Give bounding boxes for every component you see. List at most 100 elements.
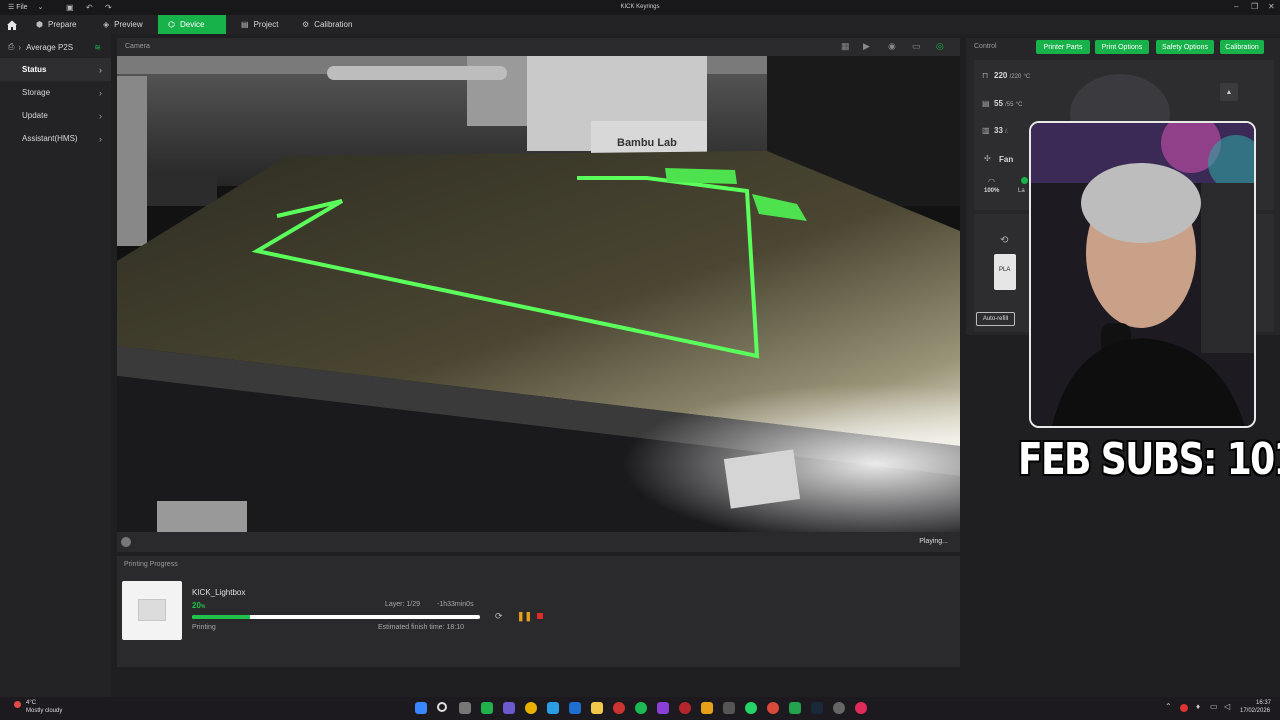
app-icon-6[interactable] (657, 702, 669, 714)
preview-icon: ◈ (103, 20, 110, 29)
finish-time: Estimated finish time: 18:10 (378, 624, 464, 631)
app-icon-8[interactable] (701, 702, 713, 714)
app-icon-13[interactable] (855, 702, 867, 714)
calibration-button[interactable]: Calibration (1220, 40, 1264, 54)
chamber-temp[interactable]: 33 /. (994, 126, 1008, 135)
camera-title: Camera (125, 43, 150, 50)
z-up-button[interactable]: ▲ (1220, 83, 1238, 101)
stop-button[interactable] (537, 613, 543, 619)
window-title: KICK Keyrings (620, 4, 660, 10)
app-icon-2[interactable] (503, 702, 515, 714)
app-icon-4[interactable] (569, 702, 581, 714)
camera-panel: Camera ▦ ▶ ◉ ▭ ◎ Bambu Lab Playing... (117, 38, 960, 552)
progress-bar (192, 615, 480, 619)
sidebar-item-storage[interactable]: Storage › (0, 81, 111, 104)
camera-switch-icon[interactable]: ▭ (912, 41, 921, 52)
camera-image: Bambu Lab (117, 56, 960, 532)
fan-speed: 100% (984, 188, 1000, 194)
mic-icon[interactable]: ♦ (1196, 702, 1200, 711)
printing-progress-panel: Printing Progress KICK_Lightbox 20% Laye… (117, 556, 960, 667)
auto-refill-button[interactable]: Auto-refill (976, 312, 1015, 326)
maximize-icon[interactable]: ❐ (1251, 2, 1258, 11)
fan-icon: ✣ (984, 154, 991, 163)
app-icon-11[interactable] (789, 702, 801, 714)
nozzle-icon: ⊓ (982, 71, 989, 80)
record-icon[interactable]: ▦ (841, 41, 850, 52)
weather-temp: 4°C (26, 700, 37, 706)
app-icon-3[interactable] (547, 702, 559, 714)
tab-prepare[interactable]: ⬢ Prepare (26, 15, 86, 34)
tray-chevron-icon[interactable]: ⌃ (1165, 702, 1172, 711)
clock-date[interactable]: 17/02/2026 (1240, 708, 1270, 714)
cube-icon: ⬢ (36, 20, 43, 29)
pause-button[interactable]: ❚❚ (517, 611, 532, 622)
printer-parts-button[interactable]: Printer Parts (1036, 40, 1090, 54)
search-icon[interactable] (437, 702, 447, 712)
refresh-icon[interactable]: ⟳ (495, 611, 503, 622)
video-icon[interactable]: ▶ (863, 41, 870, 52)
device-selector[interactable]: ⎙ › Average P2S ≋ (0, 39, 111, 55)
chrome-icon[interactable] (525, 702, 537, 714)
sidebar-item-assistant[interactable]: Assistant(HMS) › (0, 127, 111, 150)
layer-info: Layer: 1/29 (385, 601, 421, 608)
nozzle-temp[interactable]: 220 /220 °C (994, 71, 1030, 80)
safety-options-button[interactable]: Safety Options (1156, 40, 1214, 54)
ams-refresh-icon[interactable]: ⟲ (1000, 235, 1008, 246)
app-icon-7[interactable] (679, 702, 691, 714)
app-icon-5[interactable] (613, 702, 625, 714)
progress-bar-fill (192, 615, 250, 619)
sidebar-item-status[interactable]: Status › (0, 58, 111, 81)
sidebar-item-update[interactable]: Update › (0, 104, 111, 127)
minimize-icon[interactable]: – (1234, 2, 1238, 11)
whatsapp-icon[interactable] (745, 702, 757, 714)
chevron-right-icon: › (99, 133, 102, 144)
webcam-image (1031, 123, 1254, 426)
live-status-icon[interactable]: ◎ (936, 41, 944, 52)
print-file-name: KICK_Lightbox (192, 588, 246, 597)
camera-header: Camera ▦ ▶ ◉ ▭ ◎ (117, 38, 960, 56)
tab-preview[interactable]: ◈ Preview (93, 15, 153, 34)
print-options-button[interactable]: Print Options (1095, 40, 1149, 54)
bed-icon: ▤ (982, 99, 990, 108)
home-button[interactable] (0, 15, 24, 34)
calibration-icon: ⚙ (302, 20, 310, 29)
device-name: Average P2S (26, 42, 74, 52)
tab-project[interactable]: ▤ Project (231, 15, 288, 34)
fan-gauge-icon: ◠ (988, 177, 995, 186)
tray-icon-1[interactable] (1180, 704, 1188, 712)
timelapse-icon[interactable]: ◉ (888, 41, 896, 52)
settings-icon[interactable] (121, 537, 131, 547)
close-icon[interactable]: ✕ (1268, 2, 1275, 11)
camera-feed[interactable]: Bambu Lab (117, 56, 960, 532)
tab-device[interactable]: ⌬ Device (158, 15, 226, 34)
wifi-icon: ≋ (94, 42, 101, 52)
project-icon: ▤ (241, 20, 249, 29)
chevron-right-icon: › (18, 42, 22, 52)
control-title: Control (974, 43, 997, 50)
network-icon[interactable]: ▭ (1210, 702, 1218, 711)
app-icon-9[interactable] (723, 702, 735, 714)
app-icon-10[interactable] (767, 702, 779, 714)
volume-icon[interactable]: ◁ (1224, 702, 1230, 711)
taskview-icon[interactable] (459, 702, 471, 714)
start-button[interactable] (415, 702, 427, 714)
streamer-webcam (1029, 121, 1256, 428)
title-bar: ☰ File ⌄ ▣ ↶ ↷ KICK Keyrings – ❐ ✕ (0, 0, 1280, 15)
spotify-icon[interactable] (635, 702, 647, 714)
clock-time[interactable]: 16:37 (1256, 700, 1271, 706)
lamp-toggle[interactable] (1021, 177, 1028, 184)
filament-type: PLA (999, 267, 1011, 273)
steam-icon[interactable] (811, 702, 823, 714)
sidebar: ⎙ › Average P2S ≋ Status › Storage › Updat… (0, 34, 111, 697)
camera-footer: Playing... (117, 532, 960, 552)
printer-icon: ⎙ (8, 42, 15, 51)
bed-temp[interactable]: 55 /55 °C (994, 99, 1022, 108)
model-preview (138, 599, 166, 621)
folder-icon[interactable] (591, 702, 603, 714)
tab-calibration[interactable]: ⚙ Calibration (292, 15, 362, 34)
chamber-icon: ▥ (982, 126, 990, 135)
print-thumbnail (122, 581, 182, 640)
main-nav: ⬢ Prepare ◈ Preview ⌬ Device ▤ Project ⚙ Cali… (0, 15, 1280, 34)
app-icon-12[interactable] (833, 702, 845, 714)
app-icon-1[interactable] (481, 702, 493, 714)
